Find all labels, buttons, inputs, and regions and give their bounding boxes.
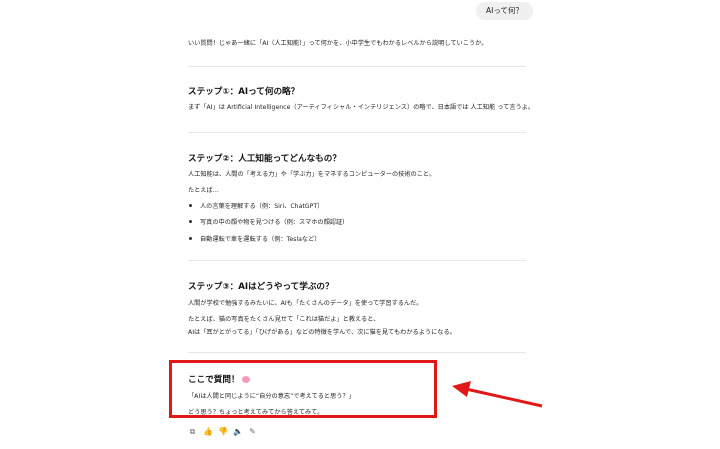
step2-title: ステップ②：人工知能ってどんなもの？ bbox=[188, 154, 341, 164]
speaker-icon[interactable]: 🔈 bbox=[233, 427, 243, 436]
copy-icon[interactable]: ⧉ bbox=[188, 427, 197, 436]
thumbs-down-icon[interactable]: 👎 bbox=[218, 427, 228, 436]
step1-title: ステップ①：AIって何の略？ bbox=[188, 87, 300, 97]
divider bbox=[188, 352, 526, 353]
step3-line3: AIは「耳がとがってる」「ひげがある」などの特徴を学んで、次に猫を見てもわかるよ… bbox=[188, 329, 456, 336]
edit-icon[interactable]: ✎ bbox=[248, 427, 257, 436]
thumbs-up-icon[interactable]: 👍 bbox=[203, 427, 213, 436]
examples-label: たとえば… bbox=[188, 187, 219, 194]
user-message-bubble: AIって何？ bbox=[476, 2, 533, 20]
divider bbox=[188, 66, 526, 67]
step3-line2: たとえば、猫の写真をたくさん見せて「これは猫だよ」と教えると、 bbox=[188, 316, 380, 323]
list-item: 写真の中の顔や物を見つける（例：スマホの顔認証） bbox=[188, 217, 348, 226]
step3-body: 人間が学校で勉強するみたいに、AIも「たくさんのデータ」を使って学習するんだ。 bbox=[188, 300, 423, 307]
divider bbox=[188, 132, 526, 133]
step3-title: ステップ③：AIはどうやって学ぶの？ bbox=[188, 282, 334, 292]
list-item: 人の言葉を理解する（例：Siri、ChatGPT） bbox=[188, 201, 323, 210]
step2-body: 人工知能は、人間の「考える力」や「学ぶ力」をマネするコンピューターの技術のこと。 bbox=[188, 171, 436, 178]
divider bbox=[188, 260, 526, 261]
list-item: 自動運転で車を運転する（例：Teslaなど） bbox=[188, 234, 320, 243]
pointer-arrow-icon bbox=[452, 381, 543, 408]
intro-text: いい質問！じゃあ一緒に「AI（人工知能）」って何かを、小中学生でもわかるレベルか… bbox=[188, 40, 488, 47]
highlight-box bbox=[169, 360, 437, 418]
step1-body: まず「AI」は Artificial Intelligence（アーティフィシャ… bbox=[188, 104, 535, 111]
message-actions: ⧉ 👍 👎 🔈 ✎ bbox=[188, 427, 257, 436]
